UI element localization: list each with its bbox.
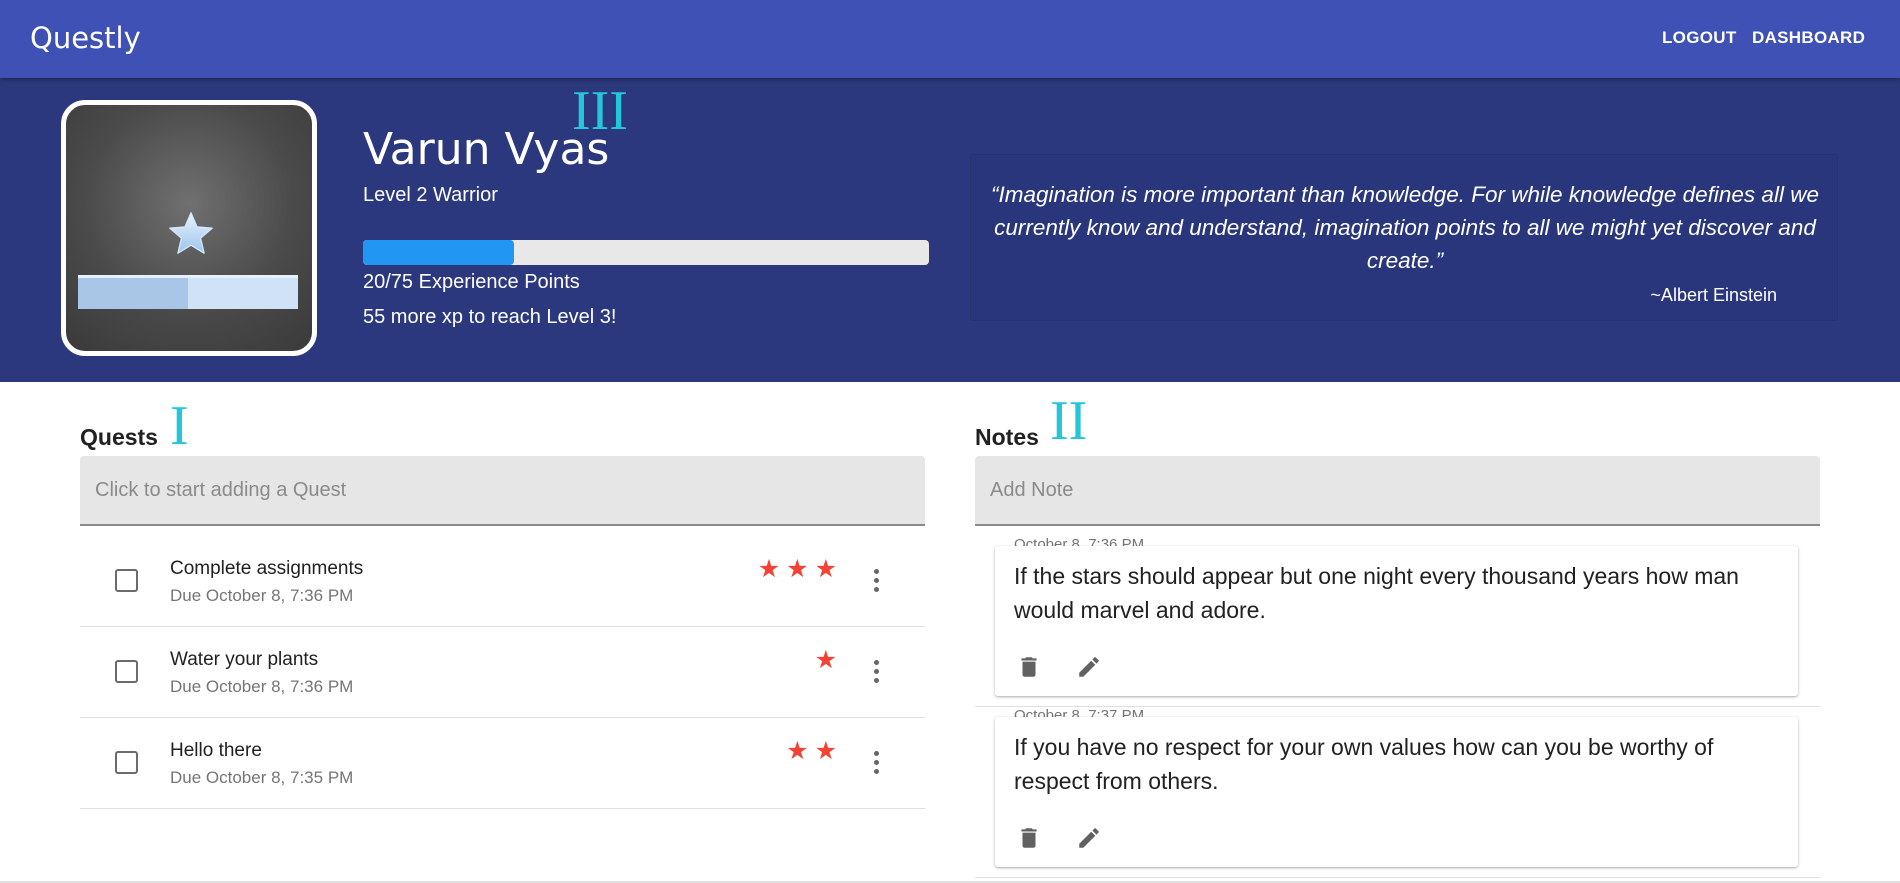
quest-difficulty-stars: ★★★ (757, 555, 843, 583)
quest-checkbox[interactable] (115, 569, 138, 592)
trash-icon[interactable] (1016, 825, 1042, 851)
quest-checkbox[interactable] (115, 751, 138, 774)
annotation-label-notes: II (1050, 390, 1088, 452)
xp-remaining-text: 55 more xp to reach Level 3! (363, 306, 617, 328)
more-vert-icon[interactable] (874, 569, 880, 593)
quest-row[interactable]: Water your plants Due October 8, 7:36 PM… (80, 627, 925, 718)
note-card: If the stars should appear but one night… (995, 546, 1798, 696)
quote-author: ~Albert Einstein (1650, 285, 1777, 305)
pencil-icon[interactable] (1076, 825, 1102, 851)
note-item: October 8, 7:36 PM If the stars should a… (975, 536, 1820, 707)
annotation-label-hero: III (572, 80, 628, 142)
quest-due-date: Due October 8, 7:36 PM (170, 586, 354, 605)
quest-row[interactable]: Hello there Due October 8, 7:35 PM ★★ (80, 718, 925, 809)
profile-header: Varun Vyas III Level 2 Warrior 20/75 Exp… (0, 78, 1900, 382)
quest-due-date: Due October 8, 7:36 PM (170, 677, 354, 696)
avatar-level-bar (78, 275, 298, 309)
quest-checkbox[interactable] (115, 660, 138, 683)
quest-title: Hello there (170, 740, 262, 761)
note-text: If you have no respect for your own valu… (1014, 734, 1714, 794)
add-quest-field[interactable] (80, 456, 925, 526)
annotation-label-quests: I (170, 395, 189, 457)
quest-difficulty-stars: ★★ (786, 737, 843, 765)
dashboard-button[interactable]: DASHBOARD (1752, 28, 1865, 48)
xp-progress-bar (363, 240, 929, 265)
more-vert-icon[interactable] (874, 751, 880, 775)
add-note-input[interactable] (975, 456, 1820, 524)
notes-heading: Notes (975, 424, 1039, 450)
quest-difficulty-stars: ★ (814, 646, 843, 674)
quote-card: “Imagination is more important than know… (970, 154, 1838, 321)
add-quest-input[interactable] (80, 456, 925, 524)
user-level: Level 2 Warrior (363, 184, 498, 206)
quest-title: Water your plants (170, 649, 319, 670)
avatar-level-bar-fill (78, 278, 188, 309)
xp-text: 20/75 Experience Points (363, 271, 580, 293)
logout-button[interactable]: LOGOUT (1662, 28, 1737, 48)
more-vert-icon[interactable] (874, 660, 880, 684)
avatar (61, 100, 317, 356)
add-note-field[interactable] (975, 456, 1820, 526)
quests-heading: Quests (80, 424, 158, 450)
xp-progress-fill (363, 240, 515, 265)
trash-icon[interactable] (1016, 654, 1042, 680)
quest-row[interactable]: Complete assignments Due October 8, 7:36… (80, 536, 925, 627)
note-card: If you have no respect for your own valu… (995, 717, 1798, 867)
quote-text: “Imagination is more important than know… (991, 182, 1819, 273)
note-text: If the stars should appear but one night… (1014, 563, 1739, 623)
quest-title: Complete assignments (170, 558, 364, 579)
quest-due-date: Due October 8, 7:35 PM (170, 768, 354, 787)
app-title[interactable]: Questly (30, 21, 141, 55)
note-item: October 8, 7:37 PM If you have no respec… (975, 707, 1820, 878)
app-bar: Questly LOGOUT DASHBOARD (0, 0, 1900, 78)
pencil-icon[interactable] (1076, 654, 1102, 680)
star-icon (169, 212, 213, 254)
